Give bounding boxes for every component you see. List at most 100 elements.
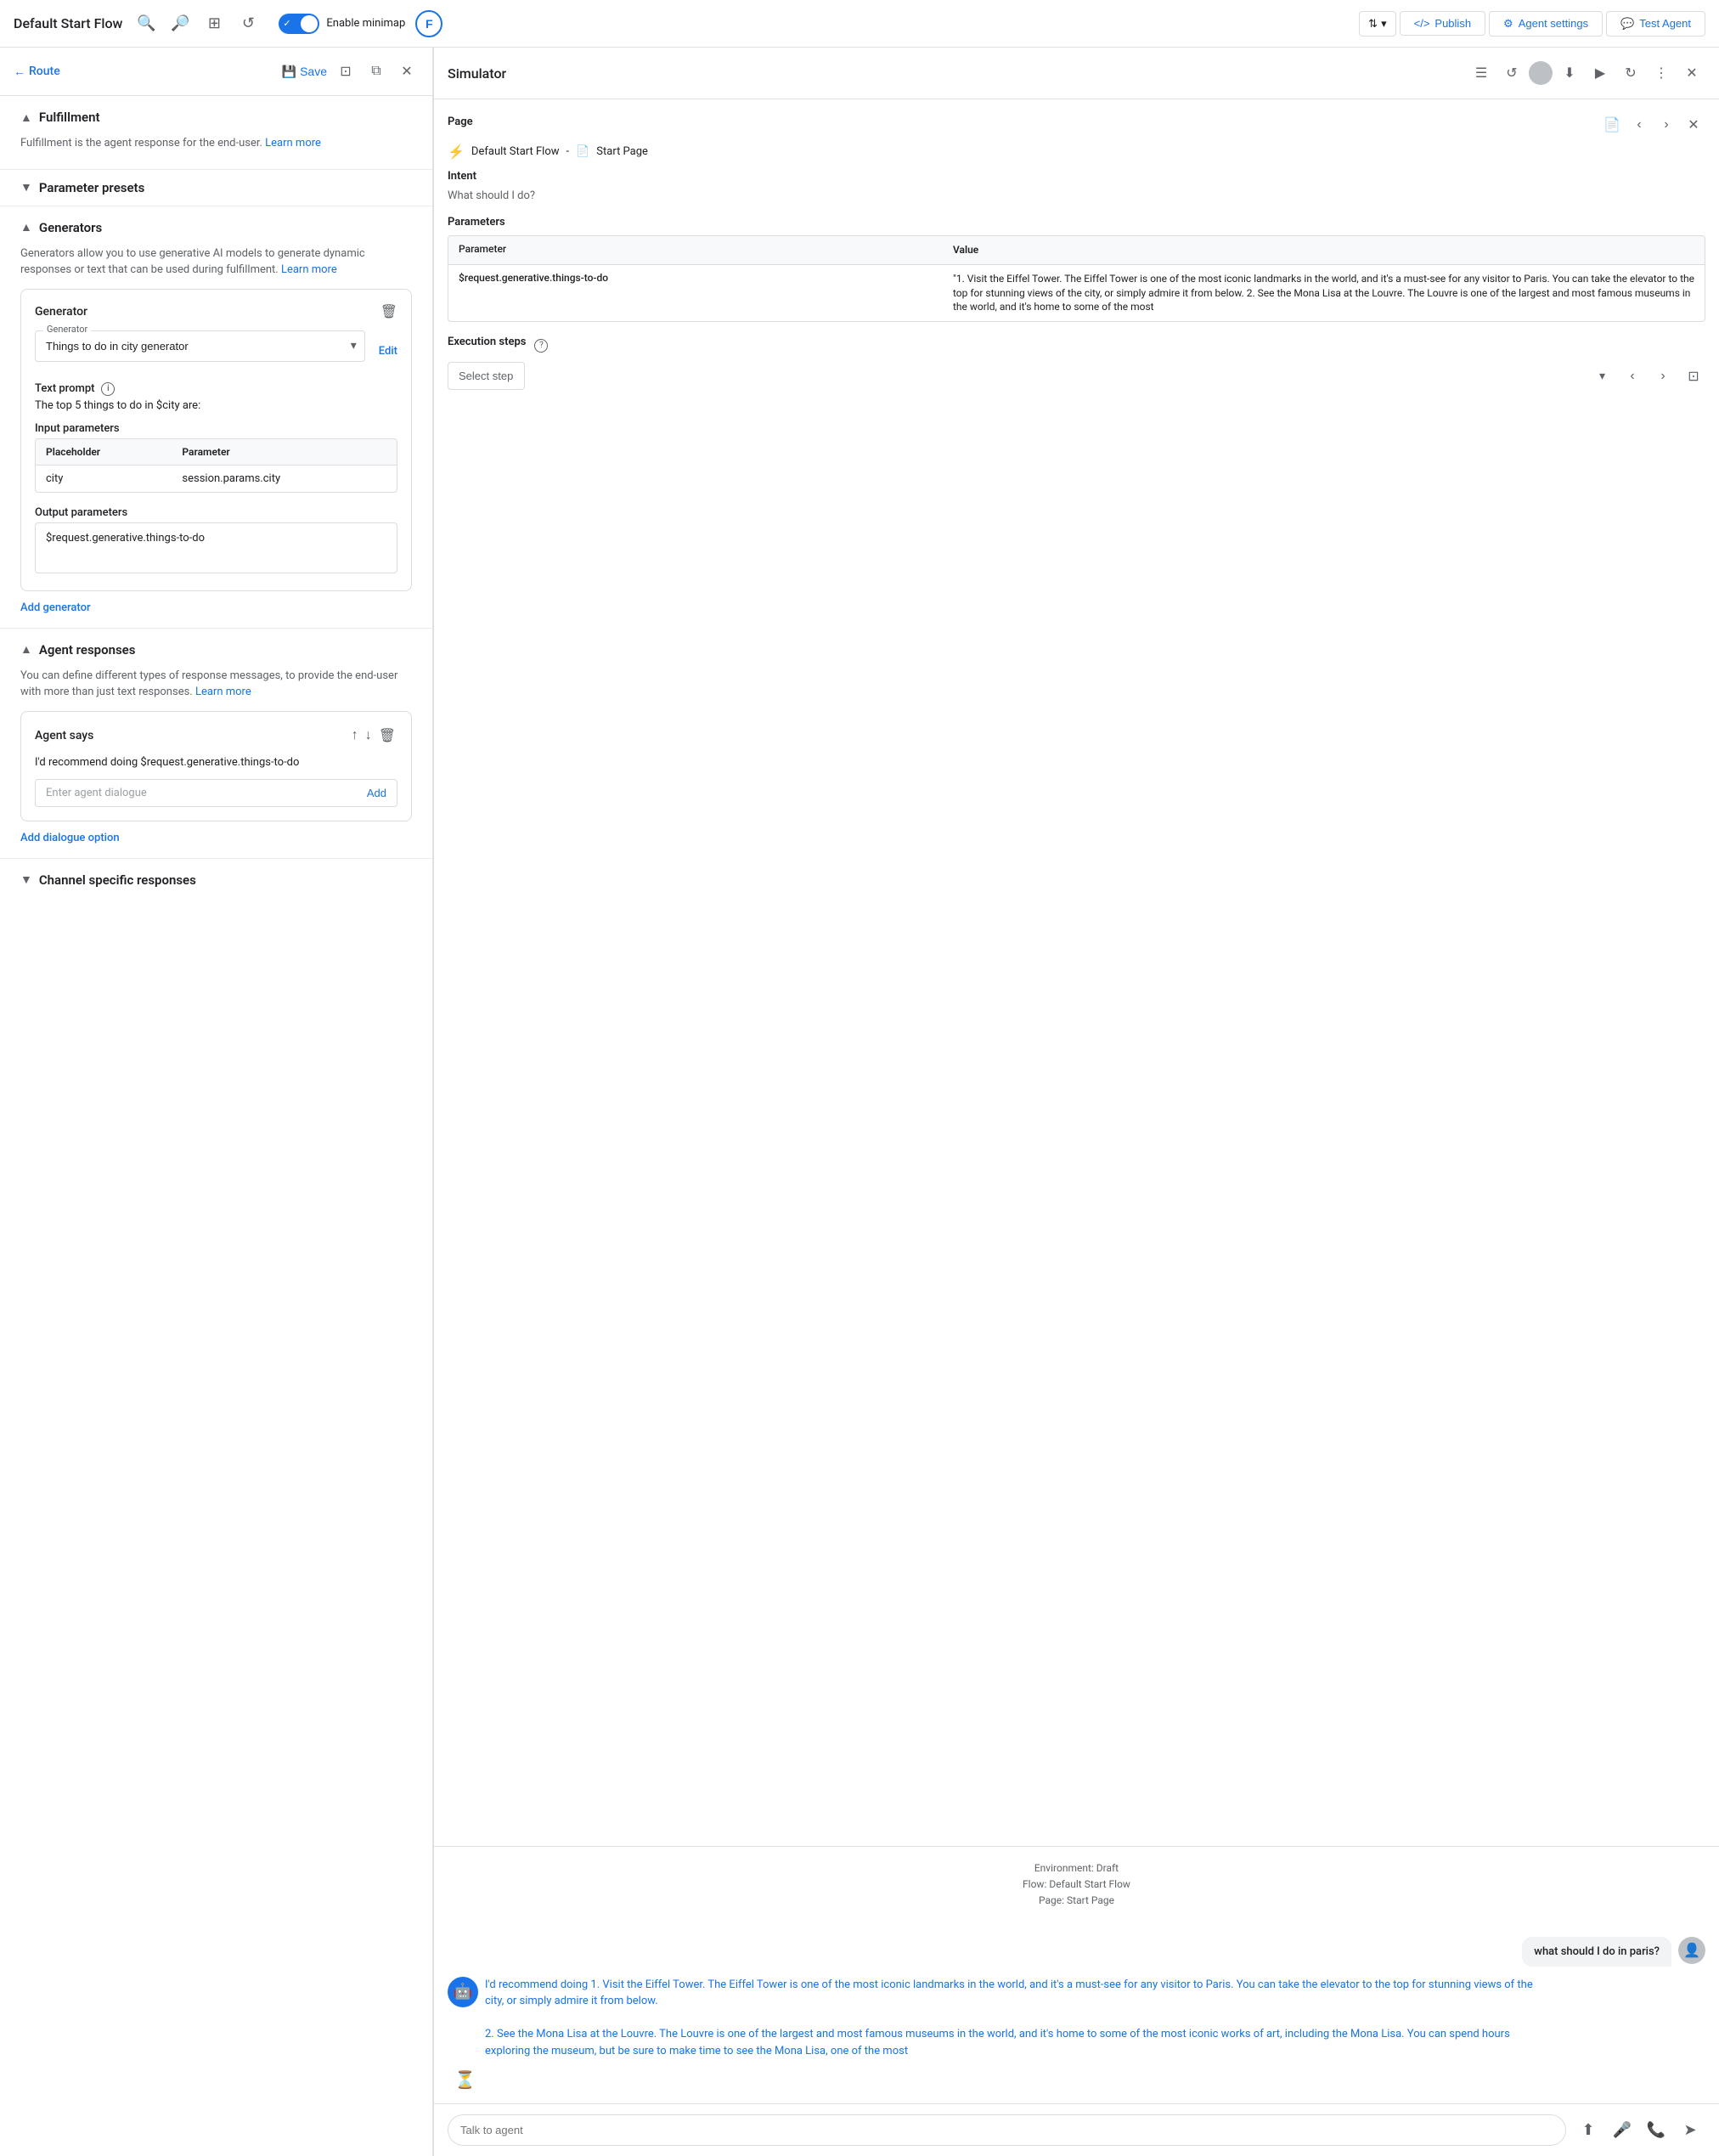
table-row: $request.generative.things-to-do "1. Vis… bbox=[448, 265, 1705, 321]
agent-settings-button[interactable]: ⚙ Agent settings bbox=[1489, 11, 1603, 37]
exec-steps-header: Execution steps ? bbox=[448, 336, 1705, 355]
loading-icon: ⏳ bbox=[454, 2069, 1705, 2090]
page-doc-button[interactable]: 📄 bbox=[1600, 113, 1624, 137]
back-arrow-icon: ← bbox=[14, 65, 25, 79]
page-doc-icon: 📄 bbox=[576, 145, 589, 158]
page-next-button[interactable]: › bbox=[1654, 113, 1678, 137]
chat-arrow-icon[interactable]: ➤ bbox=[1675, 2115, 1705, 2146]
parameter-presets-title: Parameter presets bbox=[39, 180, 144, 195]
move-down-button[interactable]: ↓ bbox=[364, 725, 374, 746]
intent-section: Intent What should I do? bbox=[448, 170, 1705, 202]
zoom-out-icon[interactable]: 🔎 bbox=[166, 10, 194, 37]
agent-dialogue-text: I'd recommend doing $request.generative.… bbox=[35, 756, 397, 769]
generator-card-header: Generator 🗑 bbox=[35, 303, 397, 320]
param-name-cell: $request.generative.things-to-do bbox=[459, 272, 953, 314]
add-dialogue-inline-button[interactable]: Add bbox=[367, 787, 386, 799]
expand-icon[interactable]: ⊡ bbox=[334, 59, 358, 83]
input-params-table: Placeholder Parameter city session.param… bbox=[35, 438, 397, 493]
agent-responses-chevron-icon: ▲ bbox=[20, 642, 32, 657]
page-name: Start Page bbox=[596, 145, 648, 158]
env-info: Environment: Draft Flow: Default Start F… bbox=[434, 1860, 1719, 1910]
execution-steps-section: Execution steps ? Select step ▾ ‹ › ⊡ bbox=[448, 336, 1705, 390]
fulfillment-title: Fulfillment bbox=[39, 110, 100, 125]
undo-icon[interactable]: ↺ bbox=[234, 10, 262, 37]
sim-undo-button[interactable]: ↺ bbox=[1498, 59, 1525, 87]
edit-generator-link[interactable]: Edit bbox=[379, 345, 397, 358]
sim-status-circle bbox=[1529, 61, 1553, 85]
param-col-header: Parameter bbox=[459, 243, 953, 257]
exec-next-button[interactable]: › bbox=[1651, 364, 1675, 388]
fit-icon[interactable]: ⊞ bbox=[200, 10, 228, 37]
fulfillment-chevron-icon: ▲ bbox=[20, 110, 32, 125]
select-step-dropdown[interactable]: Select step bbox=[448, 362, 525, 390]
panel-header-right: 💾 Save ⊡ ⧉ ✕ bbox=[282, 59, 419, 83]
user-avatar[interactable]: F bbox=[415, 10, 442, 37]
delete-generator-button[interactable]: 🗑 bbox=[380, 303, 397, 320]
publish-button[interactable]: </> Publish bbox=[1400, 11, 1485, 36]
page-label: Page bbox=[448, 116, 473, 128]
sync-button[interactable]: ⇅ ▾ bbox=[1359, 11, 1395, 37]
sim-more-button[interactable]: ⋮ bbox=[1648, 59, 1675, 87]
topbar-icons: 🔍 🔎 ⊞ ↺ bbox=[132, 10, 262, 37]
add-dialogue-option-link[interactable]: Add dialogue option bbox=[20, 832, 120, 844]
chat-send-icon[interactable]: ⬆ bbox=[1573, 2115, 1603, 2146]
chat-mic-icon[interactable]: 🎤 bbox=[1607, 2115, 1637, 2146]
sim-refresh-button[interactable]: ↻ bbox=[1617, 59, 1644, 87]
topbar-actions: ⇅ ▾ </> Publish ⚙ Agent settings 💬 Test … bbox=[1359, 11, 1705, 37]
split-icon[interactable]: ⧉ bbox=[364, 59, 388, 83]
chat-phone-icon[interactable]: 📞 bbox=[1641, 2115, 1671, 2146]
sim-download-button[interactable]: ⬇ bbox=[1556, 59, 1583, 87]
test-agent-button[interactable]: 💬 Test Agent bbox=[1606, 11, 1705, 37]
env-info-line1: Environment: Draft bbox=[434, 1860, 1719, 1877]
simulator-header: Simulator ☰ ↺ ⬇ ▶ ↻ ⋮ ✕ bbox=[434, 48, 1719, 99]
agent-responses-learn-more-link[interactable]: Learn more bbox=[195, 686, 251, 698]
close-icon[interactable]: ✕ bbox=[395, 59, 419, 83]
fulfillment-learn-more-link[interactable]: Learn more bbox=[265, 137, 321, 150]
delete-response-button[interactable]: 🗑 bbox=[377, 725, 397, 746]
minimap-label: Enable minimap bbox=[326, 17, 405, 30]
back-button[interactable]: ← Route bbox=[14, 65, 60, 79]
add-generator-link[interactable]: Add generator bbox=[20, 601, 91, 614]
sim-play-button[interactable]: ▶ bbox=[1587, 59, 1614, 87]
generators-header[interactable]: ▲ Generators bbox=[20, 220, 412, 235]
fulfillment-section: ▲ Fulfillment Fulfillment is the agent r… bbox=[0, 96, 432, 170]
info-icon: i bbox=[101, 382, 115, 396]
generators-learn-more-link[interactable]: Learn more bbox=[281, 263, 337, 276]
chat-icon: 💬 bbox=[1620, 17, 1634, 31]
separator: - bbox=[566, 145, 570, 158]
text-prompt-label: Text prompt i bbox=[35, 382, 397, 396]
channel-responses-header[interactable]: ▼ Channel specific responses bbox=[20, 872, 412, 888]
page-nav-actions: 📄 ‹ › ✕ bbox=[1600, 113, 1705, 137]
user-avatar-icon: 👤 bbox=[1678, 1937, 1705, 1964]
agent-responses-header[interactable]: ▲ Agent responses bbox=[20, 642, 412, 658]
agent-message-row: 🤖 I'd recommend doing 1. Visit the Eiffe… bbox=[448, 1977, 1705, 2060]
exec-focus-button[interactable]: ⊡ bbox=[1682, 364, 1705, 388]
params-table-header: Placeholder Parameter bbox=[36, 439, 397, 466]
page-prev-button[interactable]: ‹ bbox=[1627, 113, 1651, 137]
parameter-presets-header[interactable]: ▼ Parameter presets bbox=[20, 180, 412, 195]
output-params-textarea[interactable]: $request.generative.things-to-do bbox=[35, 522, 397, 573]
page-close-button[interactable]: ✕ bbox=[1682, 113, 1705, 137]
flow-name: Default Start Flow bbox=[471, 145, 560, 158]
parameter-presets-section: ▼ Parameter presets bbox=[0, 170, 432, 206]
zoom-in-icon[interactable]: 🔍 bbox=[132, 10, 160, 37]
generator-select[interactable]: Things to do in city generator bbox=[35, 330, 365, 362]
page-section: Page 📄 ‹ › ✕ ⚡ Default Start Flow - 📄 St… bbox=[448, 113, 1705, 160]
parameters-section: Parameters Parameter Value $request.gene… bbox=[448, 216, 1705, 322]
move-up-button[interactable]: ↑ bbox=[350, 725, 360, 746]
agent-settings-label: Agent settings bbox=[1519, 17, 1588, 30]
exec-steps-controls: Select step ▾ ‹ › ⊡ bbox=[448, 362, 1705, 390]
save-button[interactable]: 💾 Save bbox=[282, 65, 327, 79]
sim-close-button[interactable]: ✕ bbox=[1678, 59, 1705, 87]
param-value-cell: "1. Visit the Eiffel Tower. The Eiffel T… bbox=[953, 272, 1694, 314]
fulfillment-header[interactable]: ▲ Fulfillment bbox=[20, 110, 412, 125]
parameter-col-header: Parameter bbox=[182, 446, 386, 458]
talk-to-agent-input[interactable] bbox=[448, 2114, 1566, 2146]
hamburger-menu-button[interactable]: ☰ bbox=[1468, 59, 1495, 87]
minimap-toggle[interactable]: ✓ bbox=[279, 14, 319, 34]
exec-prev-button[interactable]: ‹ bbox=[1620, 364, 1644, 388]
param-presets-chevron-icon: ▼ bbox=[20, 180, 32, 195]
dialogue-input-placeholder[interactable]: Enter agent dialogue bbox=[46, 787, 147, 799]
back-label: Route bbox=[29, 65, 60, 78]
sync-icon: ⇅ bbox=[1368, 17, 1378, 31]
